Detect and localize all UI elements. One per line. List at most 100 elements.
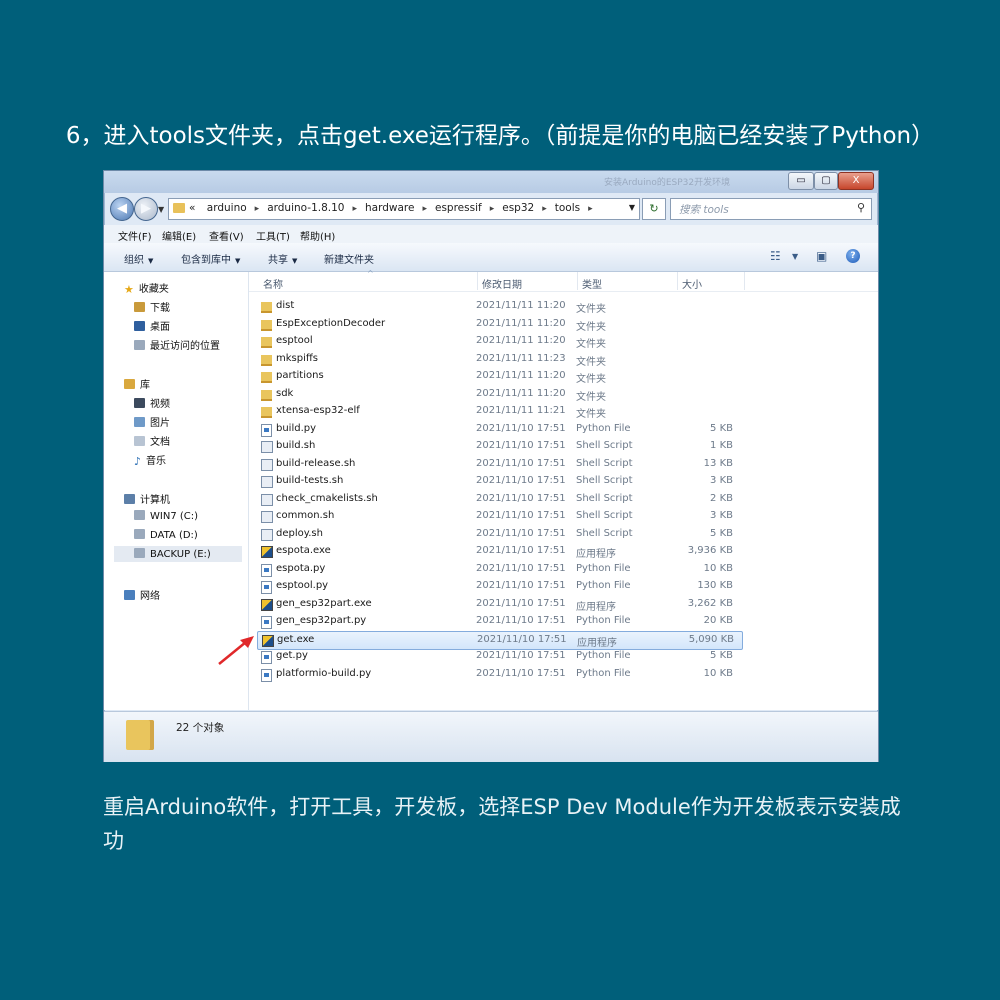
organize-button[interactable]: 组织 ▼ — [124, 251, 153, 266]
view-options-icon[interactable]: ☷ — [770, 249, 781, 263]
column-header-type[interactable]: 类型 — [582, 276, 602, 291]
file-row[interactable]: platformio-build.py 2021/11/10 17:51 Pytho… — [257, 666, 741, 683]
file-row[interactable]: check_cmakelists.sh 2021/11/10 17:51 Shell… — [257, 491, 741, 508]
file-row[interactable]: get.py 2021/11/10 17:51 Python File 5 KB — [257, 648, 741, 665]
nav-item-documents[interactable]: 文档 — [134, 433, 170, 448]
nav-network[interactable]: 网络 — [124, 587, 160, 602]
file-row[interactable]: get.exe 2021/11/10 17:51 应用程序 5,090 KB — [257, 630, 743, 650]
share-button[interactable]: 共享 ▼ — [268, 251, 297, 266]
include-in-library-button[interactable]: 包含到库中 ▼ — [181, 251, 240, 266]
breadcrumb-prefix[interactable]: « — [189, 202, 195, 214]
breadcrumb-segment[interactable]: tools — [555, 202, 580, 214]
file-row[interactable]: build.sh 2021/11/10 17:51 Shell Script 1 KB — [257, 438, 741, 455]
nav-item-drive-e[interactable]: BACKUP (E:) — [114, 546, 242, 562]
network-icon — [124, 590, 135, 600]
breadcrumb-separator-icon[interactable]: ▸ — [352, 204, 357, 214]
nav-item-drive-c[interactable]: WIN7 (C:) — [134, 510, 198, 522]
breadcrumb-separator-icon[interactable]: ▸ — [255, 204, 260, 214]
folder-icon — [261, 302, 272, 313]
column-header-size[interactable]: 大小 — [682, 276, 702, 291]
file-row[interactable]: build-release.sh 2021/11/10 17:51 Shell Sc… — [257, 456, 741, 473]
file-row[interactable]: gen_esp32part.exe 2021/11/10 17:51 应用程序 3,2… — [257, 596, 741, 613]
maximize-button[interactable]: ▢ — [814, 172, 838, 190]
file-row[interactable]: dist 2021/11/11 11:20 文件夹 — [257, 298, 741, 315]
breadcrumb-segment[interactable]: arduino — [207, 202, 247, 214]
file-name: build-release.sh — [276, 457, 356, 469]
column-header-date[interactable]: 修改日期 — [482, 276, 522, 291]
file-row[interactable]: EspExceptionDecoder 2021/11/11 11:20 文件夹 — [257, 316, 741, 333]
file-row[interactable]: gen_esp32part.py 2021/11/10 17:51 Python F… — [257, 613, 741, 630]
breadcrumb-segment[interactable]: hardware — [365, 202, 414, 214]
nav-item-music[interactable]: ♪ 音乐 — [134, 452, 166, 468]
share-label: 共享 — [268, 255, 288, 266]
address-bar[interactable]: « arduino ▸ arduino-1.8.10 ▸ hardware ▸ espres… — [168, 198, 640, 220]
file-row[interactable]: mkspiffs 2021/11/11 11:23 文件夹 — [257, 351, 741, 368]
close-button[interactable]: X — [838, 172, 874, 190]
breadcrumb-segment[interactable]: esp32 — [502, 202, 534, 214]
file-row[interactable]: esptool 2021/11/11 11:20 文件夹 — [257, 333, 741, 350]
menu-item[interactable]: 工具(T) — [256, 228, 290, 243]
organize-chevron-icon: ▼ — [148, 257, 154, 265]
recent-pages-chevron-icon[interactable]: ▼ — [158, 205, 164, 214]
column-divider[interactable] — [744, 272, 745, 290]
file-row[interactable]: sdk 2021/11/11 11:20 文件夹 — [257, 386, 741, 403]
file-name: check_cmakelists.sh — [276, 492, 378, 504]
help-icon[interactable]: ? — [846, 249, 860, 263]
drive-icon — [134, 548, 145, 558]
menu-item[interactable]: 查看(V) — [209, 228, 244, 243]
nav-label: 库 — [140, 380, 150, 391]
back-button[interactable]: ◀ — [110, 197, 134, 221]
nav-item-recent[interactable]: 最近访问的位置 — [134, 337, 220, 352]
file-type: 文件夹 — [576, 409, 606, 420]
breadcrumb-separator-icon[interactable]: ▸ — [542, 204, 547, 214]
file-row[interactable]: xtensa-esp32-elf 2021/11/11 11:21 文件夹 — [257, 403, 741, 420]
nav-item-desktop[interactable]: 桌面 — [134, 318, 170, 333]
nav-computer[interactable]: 计算机 — [124, 491, 170, 506]
address-dropdown-chevron-icon[interactable]: ▼ — [629, 203, 635, 212]
file-row[interactable]: build-tests.sh 2021/11/10 17:51 Shell Scri… — [257, 473, 741, 490]
file-type: Python File — [576, 650, 631, 661]
nav-libraries[interactable]: 库 — [124, 376, 150, 391]
breadcrumb-separator-icon[interactable]: ▸ — [588, 204, 593, 214]
column-divider[interactable] — [477, 272, 478, 290]
menu-item[interactable]: 编辑(E) — [162, 228, 196, 243]
file-row[interactable]: build.py 2021/11/10 17:51 Python File 5 KB — [257, 421, 741, 438]
file-type: 应用程序 — [576, 601, 616, 613]
nav-item-drive-d[interactable]: DATA (D:) — [134, 529, 198, 541]
file-row[interactable]: espota.py 2021/11/10 17:51 Python File 10 K… — [257, 561, 741, 578]
refresh-button[interactable]: ↻ — [642, 198, 666, 220]
file-row[interactable]: esptool.py 2021/11/10 17:51 Python File 130… — [257, 578, 741, 595]
menu-item[interactable]: 帮助(H) — [300, 228, 335, 243]
column-header-name[interactable]: 名称 — [263, 276, 283, 291]
view-chevron-icon[interactable]: ▼ — [792, 252, 798, 261]
minimize-button[interactable]: ▭ — [788, 172, 814, 190]
videos-icon — [134, 398, 145, 408]
nav-favorites[interactable]: ★ 收藏夹 — [124, 280, 169, 296]
breadcrumb-separator-icon[interactable]: ▸ — [422, 204, 427, 214]
forward-button[interactable]: ▶ — [134, 197, 158, 221]
breadcrumb-segment[interactable]: arduino-1.8.10 — [267, 202, 344, 214]
file-name: EspExceptionDecoder — [276, 317, 386, 329]
folder-icon — [261, 337, 272, 348]
file-name: deploy.sh — [276, 527, 323, 539]
library-icon — [124, 379, 135, 389]
file-row[interactable]: partitions 2021/11/11 11:20 文件夹 — [257, 368, 741, 385]
breadcrumb-separator-icon[interactable]: ▸ — [490, 204, 495, 214]
file-name: common.sh — [276, 510, 335, 521]
search-input[interactable]: 搜索 tools ⚲ — [670, 198, 872, 220]
menu-item[interactable]: 文件(F) — [118, 228, 152, 243]
column-divider[interactable] — [677, 272, 678, 290]
preview-pane-icon[interactable]: ▣ — [816, 249, 827, 263]
breadcrumb-segment[interactable]: espressif — [435, 202, 482, 214]
new-folder-button[interactable]: 新建文件夹 — [324, 251, 374, 266]
file-row[interactable]: espota.exe 2021/11/10 17:51 应用程序 3,936 KB — [257, 543, 741, 560]
file-row[interactable]: deploy.sh 2021/11/10 17:51 Shell Script 5 K… — [257, 526, 741, 543]
nav-item-pictures[interactable]: 图片 — [134, 414, 170, 429]
nav-item-downloads[interactable]: 下载 — [134, 299, 170, 314]
column-divider[interactable] — [577, 272, 578, 290]
new-folder-label: 新建文件夹 — [324, 255, 374, 266]
nav-item-videos[interactable]: 视频 — [134, 395, 170, 410]
recent-places-icon — [134, 340, 145, 350]
file-date: 2021/11/11 11:20 — [476, 317, 566, 329]
file-row[interactable]: common.sh 2021/11/10 17:51 Shell Script 3 K… — [257, 508, 741, 525]
